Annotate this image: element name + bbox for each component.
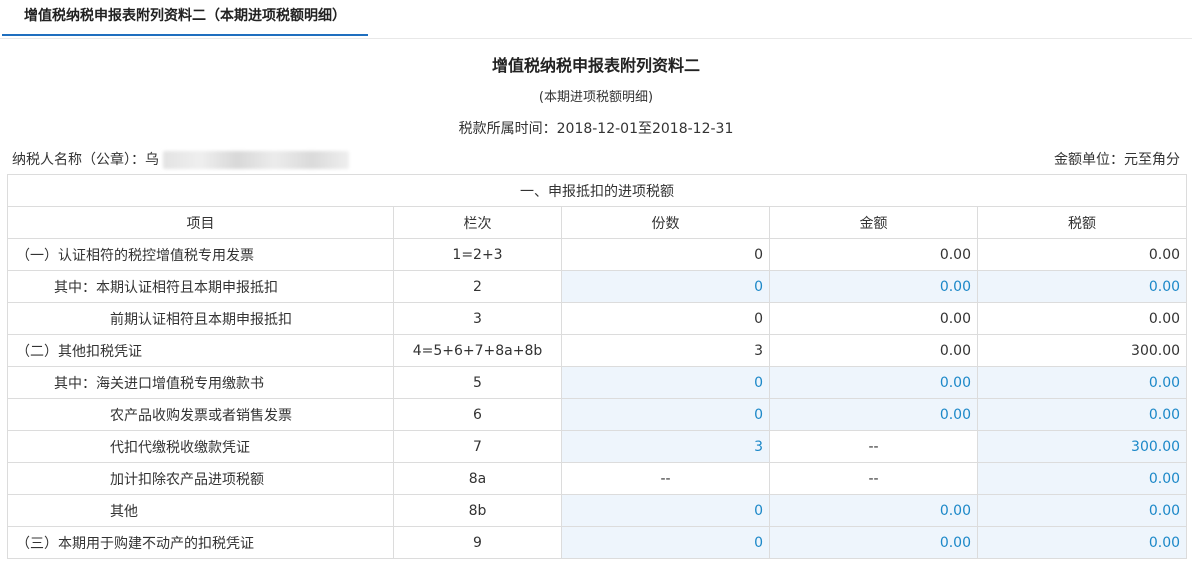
row-count: 3: [561, 334, 770, 367]
row-item: （一）认证相符的税控增值税专用发票: [7, 238, 394, 271]
row-line: 1=2+3: [393, 238, 562, 271]
tax-period-value: 2018-12-01至2018-12-31: [556, 121, 734, 137]
table-row: 其中：本期认证相符且本期申报抵扣 2 0 0.00 0.00: [7, 270, 1188, 303]
amount-unit: 金额单位：元至角分: [1054, 152, 1180, 168]
row-amount: 0.00: [769, 302, 978, 335]
row-item: （三）本期用于购建不动产的扣税凭证: [7, 526, 394, 559]
amount-input[interactable]: 0.00: [769, 526, 978, 559]
redacted-name-blur: [163, 151, 349, 169]
tax-input[interactable]: 0.00: [976, 366, 1188, 399]
tax-input[interactable]: 0.00: [976, 462, 1188, 495]
row-line: 8b: [393, 494, 562, 527]
row-tax: 0.00: [976, 238, 1188, 271]
column-header-line: 栏次: [393, 206, 562, 239]
table-row: 前期认证相符且本期申报抵扣 3 0 0.00 0.00: [7, 302, 1188, 335]
table-row: 代扣代缴税收缴款凭证 7 3 -- 300.00: [7, 430, 1188, 463]
row-item: 其中：本期认证相符且本期申报抵扣: [7, 270, 394, 303]
row-line: 2: [393, 270, 562, 303]
table-row: 其中：海关进口增值税专用缴款书 5 0 0.00 0.00: [7, 366, 1188, 399]
table-row: （一）认证相符的税控增值税专用发票 1=2+3 0 0.00 0.00: [7, 238, 1188, 271]
table-row: 其他 8b 0 0.00 0.00: [7, 494, 1188, 527]
count-input[interactable]: 0: [561, 366, 770, 399]
page-subtitle: (本期进项税额明细): [538, 90, 654, 105]
row-item: 前期认证相符且本期申报抵扣: [7, 302, 394, 335]
row-item: 加计扣除农产品进项税额: [7, 462, 394, 495]
column-header-tax: 税额: [976, 206, 1188, 239]
row-count: 0: [561, 238, 770, 271]
table-row: （二）其他扣税凭证 4=5+6+7+8a+8b 3 0.00 300.00: [7, 334, 1188, 367]
table-row: 加计扣除农产品进项税额 8a -- -- 0.00: [7, 462, 1188, 495]
amount-input[interactable]: 0.00: [769, 398, 978, 431]
tax-input[interactable]: 300.00: [976, 430, 1188, 463]
tax-period: 税款所属时间：2018-12-01至2018-12-31: [0, 118, 1192, 138]
section-title: 一、申报抵扣的进项税额: [6, 174, 1188, 207]
row-count: 0: [561, 302, 770, 335]
row-line: 8a: [393, 462, 562, 495]
table-row: 农产品收购发票或者销售发票 6 0 0.00 0.00: [7, 398, 1188, 431]
amount-input[interactable]: 0.00: [769, 270, 978, 303]
count-input[interactable]: 3: [561, 430, 770, 463]
column-header-item: 项目: [7, 206, 394, 239]
table-row: （三）本期用于购建不动产的扣税凭证 9 0 0.00 0.00: [7, 526, 1188, 559]
count-input[interactable]: 0: [561, 270, 770, 303]
row-line: 9: [393, 526, 562, 559]
amount-input[interactable]: 0.00: [769, 366, 978, 399]
tab-attachment-two[interactable]: 增值税纳税申报表附列资料二（本期进项税额明细）: [2, 0, 368, 36]
amount-not-applicable: --: [769, 430, 978, 463]
row-item: （二）其他扣税凭证: [7, 334, 394, 367]
taxpayer-name: 纳税人名称（公章）：乌: [12, 149, 349, 169]
table-header-row: 项目 栏次 份数 金额 税额: [7, 206, 1188, 239]
row-line: 7: [393, 430, 562, 463]
column-header-count: 份数: [561, 206, 770, 239]
taxpayer-name-label: 纳税人名称（公章）：: [12, 152, 145, 168]
row-item: 其他: [7, 494, 394, 527]
tab-bar: 增值税纳税申报表附列资料二（本期进项税额明细）: [0, 0, 1192, 39]
tax-input[interactable]: 0.00: [976, 270, 1188, 303]
amount-not-applicable: --: [769, 462, 978, 495]
count-input[interactable]: 0: [561, 398, 770, 431]
count-input[interactable]: 0: [561, 494, 770, 527]
row-line: 3: [393, 302, 562, 335]
amount-input[interactable]: 0.00: [769, 494, 978, 527]
column-header-amount: 金额: [769, 206, 978, 239]
count-not-applicable: --: [561, 462, 770, 495]
row-amount: 0.00: [769, 238, 978, 271]
row-line: 6: [393, 398, 562, 431]
tax-period-label: 税款所属时间：: [458, 121, 557, 137]
page-title: 增值税纳税申报表附列资料二: [491, 56, 700, 75]
row-tax: 0.00: [976, 302, 1188, 335]
tax-input[interactable]: 0.00: [976, 526, 1188, 559]
count-input[interactable]: 0: [561, 526, 770, 559]
row-amount: 0.00: [769, 334, 978, 367]
row-line: 5: [393, 366, 562, 399]
row-item: 其中：海关进口增值税专用缴款书: [7, 366, 394, 399]
row-tax: 300.00: [976, 334, 1188, 367]
taxpayer-name-value: 乌: [145, 152, 159, 168]
tax-input[interactable]: 0.00: [976, 398, 1188, 431]
row-line: 4=5+6+7+8a+8b: [393, 334, 562, 367]
tax-input[interactable]: 0.00: [976, 494, 1188, 527]
input-tax-table: 一、申报抵扣的进项税额 项目 栏次 份数 金额 税额 （一）认证相符的税控增值税…: [6, 174, 1188, 559]
row-item: 农产品收购发票或者销售发票: [7, 398, 394, 431]
row-item: 代扣代缴税收缴款凭证: [7, 430, 394, 463]
